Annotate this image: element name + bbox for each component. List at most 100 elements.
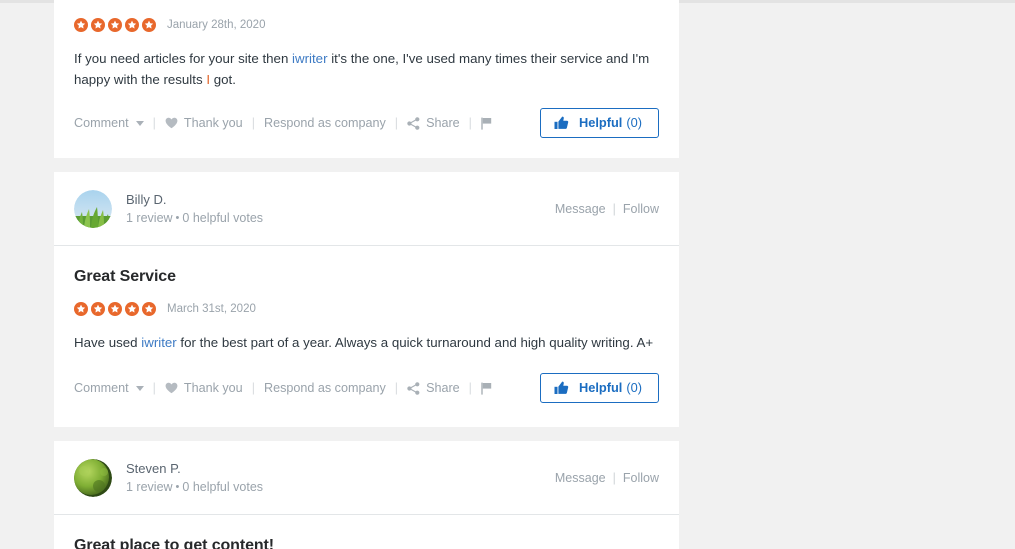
respond-as-company-button[interactable]: Respond as company	[264, 116, 386, 130]
divider: |	[612, 202, 616, 216]
respond-as-company-button[interactable]: Respond as company	[264, 381, 386, 395]
helpful-label: Helpful	[578, 114, 623, 130]
flag-button[interactable]	[481, 117, 492, 130]
review-text-link[interactable]: iwriter	[141, 335, 176, 350]
heart-icon	[165, 117, 178, 129]
review-text-part: Have used	[74, 335, 142, 350]
thank-you-button[interactable]: Thank you	[165, 116, 243, 130]
rating-line: January 28th, 2020	[74, 18, 659, 32]
reviewer-actions: Message | Follow	[555, 471, 659, 485]
review-date: March 31st, 2020	[167, 303, 256, 315]
flag-icon	[481, 382, 492, 395]
review-text: If you need articles for your site then …	[74, 48, 659, 90]
star-icon	[108, 302, 122, 316]
helpful-count: (0)	[626, 114, 642, 130]
thumbs-up-icon	[554, 381, 569, 395]
review-count: 1 review	[126, 210, 173, 225]
flag-icon	[481, 117, 492, 130]
chevron-down-icon	[135, 385, 144, 391]
follow-link[interactable]: Follow	[623, 471, 659, 485]
flag-button[interactable]	[481, 382, 492, 395]
reviewer-stats: 1 review • 0 helpful votes	[126, 479, 263, 496]
divider: |	[394, 116, 399, 130]
review-card: January 28th, 2020 If you need articles …	[54, 0, 679, 158]
divider: |	[468, 116, 472, 130]
chevron-down-icon	[135, 120, 144, 126]
avatar[interactable]	[74, 459, 112, 497]
reviewer-name[interactable]: Billy D.	[126, 191, 263, 209]
comment-button[interactable]: Comment	[74, 381, 144, 395]
star-icon	[142, 302, 156, 316]
star-icon	[91, 18, 105, 32]
reviewer-header: Steven P. 1 review • 0 helpful votes Messa…	[54, 441, 679, 515]
share-label: Share	[426, 116, 460, 130]
rating-line: March 31st, 2020	[74, 302, 659, 316]
review-card: Steven P. 1 review • 0 helpful votes Messa…	[54, 441, 679, 549]
share-icon	[407, 381, 420, 395]
review-action-bar: Comment | Thank you | Respond as company…	[54, 90, 679, 158]
reviewer-header: Billy D. 1 review • 0 helpful votes Messag…	[54, 172, 679, 246]
helpful-votes: 0 helpful votes	[182, 210, 264, 225]
thank-you-button[interactable]: Thank you	[165, 381, 243, 395]
share-button[interactable]: Share	[407, 116, 460, 130]
heart-icon	[165, 382, 178, 394]
divider: |	[152, 116, 156, 130]
review-text-part: for the best part of a year. Always a qu…	[176, 335, 654, 350]
star-icon	[125, 18, 139, 32]
review-action-bar: Comment | Thank you | Respond as company…	[54, 353, 679, 427]
thumbs-up-icon	[554, 116, 569, 130]
thank-you-label: Thank you	[183, 381, 243, 395]
divider: |	[251, 381, 255, 395]
helpful-button[interactable]: Helpful (0)	[539, 108, 659, 138]
respond-label: Respond as company	[263, 116, 386, 130]
message-link[interactable]: Message	[555, 471, 606, 485]
star-rating	[74, 18, 156, 32]
divider: |	[394, 381, 399, 395]
helpful-button[interactable]: Helpful (0)	[539, 373, 659, 403]
star-icon	[142, 18, 156, 32]
star-icon	[108, 18, 122, 32]
reviews-column: January 28th, 2020 If you need articles …	[54, 0, 679, 549]
share-label: Share	[426, 381, 460, 395]
review-card: Billy D. 1 review • 0 helpful votes Messag…	[54, 172, 679, 427]
comment-label: Comment	[74, 381, 129, 395]
review-text: Have used iwriter for the best part of a…	[74, 332, 659, 353]
divider: |	[251, 116, 255, 130]
reviewer-meta: Steven P. 1 review • 0 helpful votes	[126, 460, 263, 495]
star-icon	[74, 302, 88, 316]
review-text-part: If you need articles for your site then	[74, 51, 293, 66]
review-date: January 28th, 2020	[167, 19, 266, 31]
review-title: Great place to get content!	[74, 537, 274, 549]
avatar[interactable]	[74, 190, 112, 228]
comment-label: Comment	[74, 116, 129, 130]
reviewer-meta: Billy D. 1 review • 0 helpful votes	[126, 191, 263, 226]
reviewer-name[interactable]: Steven P.	[126, 460, 263, 478]
reviewer-actions: Message | Follow	[555, 202, 659, 216]
star-icon	[125, 302, 139, 316]
share-button[interactable]: Share	[407, 381, 460, 395]
helpful-votes: 0 helpful votes	[182, 479, 264, 494]
star-rating	[74, 302, 156, 316]
review-body: Great Service March 31st, 2020 Have used…	[54, 246, 679, 353]
divider: |	[612, 471, 616, 485]
helpful-count: (0)	[626, 379, 642, 395]
review-body: January 28th, 2020 If you need articles …	[54, 4, 679, 90]
divider: |	[152, 381, 156, 395]
bullet-separator: •	[175, 211, 180, 224]
message-link[interactable]: Message	[555, 202, 606, 216]
share-icon	[407, 116, 420, 130]
respond-label: Respond as company	[263, 381, 386, 395]
divider: |	[468, 381, 472, 395]
follow-link[interactable]: Follow	[623, 202, 659, 216]
comment-button[interactable]: Comment	[74, 116, 144, 130]
star-icon	[91, 302, 105, 316]
star-icon	[74, 18, 88, 32]
reviews-page: January 28th, 2020 If you need articles …	[0, 0, 1015, 549]
review-count: 1 review	[126, 479, 173, 494]
review-title: Great Service	[74, 268, 176, 285]
thank-you-label: Thank you	[183, 116, 243, 130]
bullet-separator: •	[175, 480, 180, 493]
review-text-link[interactable]: iwriter	[292, 51, 327, 66]
review-body: Great place to get content!	[54, 515, 679, 549]
reviewer-stats: 1 review • 0 helpful votes	[126, 210, 263, 227]
